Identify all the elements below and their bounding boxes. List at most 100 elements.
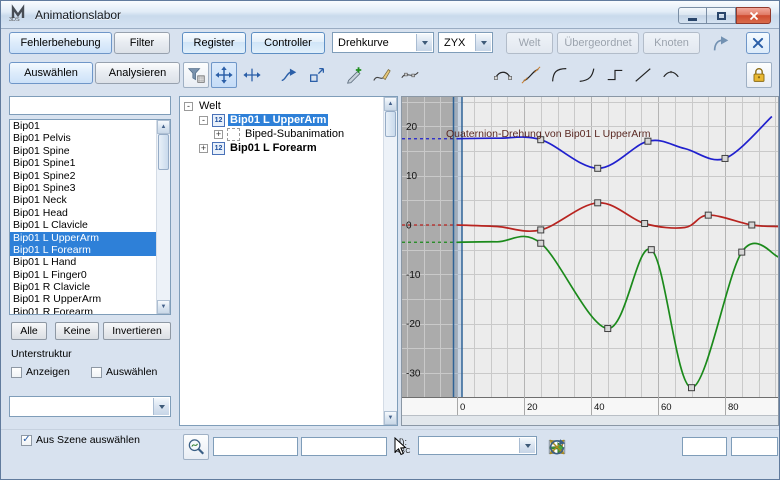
preset-select[interactable]: [9, 396, 171, 417]
svg-text:20: 20: [527, 402, 538, 413]
minimize-button[interactable]: [678, 7, 707, 24]
select-all-button[interactable]: Alle: [11, 322, 47, 340]
chevron-down-icon[interactable]: [519, 438, 535, 453]
tree-label[interactable]: Biped-Subanimation: [243, 128, 346, 140]
key-time-field[interactable]: [682, 437, 727, 456]
expand-icon[interactable]: +: [199, 143, 208, 153]
select-none-button[interactable]: Keine: [55, 322, 99, 340]
reduce-keys-button[interactable]: [397, 62, 423, 88]
list-item[interactable]: Bip01 Spine2: [10, 170, 156, 182]
scroll-up-icon[interactable]: ▲: [157, 120, 170, 134]
list-item[interactable]: Bip01 Spine3: [10, 182, 156, 194]
invert-selection-button[interactable]: Invertieren: [103, 322, 171, 340]
list-item[interactable]: Bip01 Neck: [10, 194, 156, 206]
list-item[interactable]: Bip01 L Clavicle: [10, 219, 156, 231]
curve-canvas[interactable]: 20 10 0 -10 -20 -30 Quaternion-Drehung von Bip…: [402, 97, 778, 425]
move-horizontal-button[interactable]: [239, 62, 265, 88]
draw-curves-button[interactable]: [369, 62, 395, 88]
filter-keys-button[interactable]: [183, 62, 209, 88]
promote-arrow-icon[interactable]: [710, 33, 732, 55]
checkbox-icon[interactable]: [21, 434, 32, 446]
object-filter-input[interactable]: [9, 96, 171, 115]
set-tangents-slow-button[interactable]: [574, 62, 600, 88]
tools-toolbar: Auswählen Analysieren: [1, 60, 779, 92]
svg-text:3DS: 3DS: [9, 17, 20, 23]
list-item[interactable]: Bip01 Head: [10, 207, 156, 219]
checkbox-icon[interactable]: [11, 366, 22, 378]
scrollbar-thumb[interactable]: [385, 111, 396, 137]
tree-label[interactable]: Bip01 L UpperArm: [228, 114, 329, 126]
scroll-up-icon[interactable]: ▲: [384, 97, 397, 111]
add-keys-button[interactable]: [341, 62, 367, 88]
close-x-button[interactable]: [746, 32, 770, 54]
tree-row[interactable]: - Welt: [180, 99, 383, 113]
scroll-down-icon[interactable]: ▼: [157, 300, 170, 314]
set-tangents-fast-button[interactable]: [546, 62, 572, 88]
set-tangents-custom-button[interactable]: [518, 62, 544, 88]
zoom-region-button[interactable]: [183, 434, 209, 460]
slide-keys-button[interactable]: [276, 62, 302, 88]
list-item[interactable]: Bip01 Spine: [10, 145, 156, 157]
from-scene-checkbox[interactable]: Aus Szene auswählen: [21, 434, 140, 446]
object-selection-panel: Bip01 Bip01 Pelvis Bip01 Spine Bip01 Spine1…: [9, 96, 171, 426]
object-list[interactable]: Bip01 Bip01 Pelvis Bip01 Spine Bip01 Spine1…: [9, 119, 171, 315]
list-item[interactable]: Bip01 R UpperArm: [10, 293, 156, 305]
track-value-field[interactable]: [301, 437, 387, 456]
tab-filter[interactable]: Filter: [114, 32, 170, 54]
lock-tangents-button[interactable]: [746, 62, 772, 88]
set-tangents-linear-button[interactable]: [630, 62, 656, 88]
tree-row[interactable]: -12 Bip01 L UpperArm: [180, 113, 383, 127]
chevron-down-icon[interactable]: [475, 34, 491, 51]
tab-analysieren[interactable]: Analysieren: [95, 62, 180, 84]
chevron-down-icon[interactable]: [153, 398, 169, 415]
titlebar[interactable]: 3DS Animationslabor: [1, 1, 779, 29]
tree-label[interactable]: Welt: [197, 100, 223, 112]
controller-icon: 12: [212, 141, 225, 155]
maximize-button[interactable]: [707, 7, 736, 24]
tangent-tools-strip: [490, 62, 684, 88]
curve-editor[interactable]: 20 10 0 -10 -20 -30 Quaternion-Drehung von Bip…: [401, 96, 779, 426]
collapse-icon[interactable]: -: [184, 101, 193, 111]
list-item[interactable]: Bip01: [10, 120, 156, 132]
list-item[interactable]: Bip01 L Forearm: [10, 243, 156, 257]
set-tangents-step-button[interactable]: [602, 62, 628, 88]
list-item[interactable]: Bip01 Spine1: [10, 157, 156, 169]
scale-keys-button[interactable]: [304, 62, 330, 88]
set-tangents-smooth-button[interactable]: [658, 62, 684, 88]
object-list-scrollbar[interactable]: ▲ ▼: [156, 120, 170, 314]
tab-auswaehlen[interactable]: Auswählen: [9, 62, 93, 84]
track-tree[interactable]: - Welt -12 Bip01 L UpperArm + Biped-Subanimat…: [179, 96, 398, 426]
tree-scrollbar[interactable]: ▲ ▼: [383, 97, 397, 425]
window-title: Animationslabor: [35, 7, 122, 22]
scrollbar-thumb[interactable]: [158, 134, 169, 170]
chevron-down-icon[interactable]: [416, 34, 432, 51]
curve-type-select[interactable]: Drehkurve: [332, 32, 434, 53]
key-value-field[interactable]: [731, 437, 778, 456]
scroll-down-icon[interactable]: ▼: [384, 411, 397, 425]
register-button[interactable]: Register: [182, 32, 246, 54]
track-name-field[interactable]: [213, 437, 298, 456]
list-item[interactable]: Bip01 L UpperArm: [10, 231, 156, 244]
svg-text:60: 60: [661, 402, 672, 413]
checkbox-icon[interactable]: [91, 366, 102, 378]
close-button[interactable]: [736, 7, 771, 24]
collapse-icon[interactable]: -: [199, 115, 208, 125]
select-substructure-checkbox[interactable]: Auswählen: [91, 366, 157, 378]
show-substructure-checkbox[interactable]: Anzeigen: [11, 366, 70, 378]
list-item[interactable]: Bip01 L Hand: [10, 256, 156, 268]
expand-icon[interactable]: +: [214, 129, 223, 139]
list-item[interactable]: Bip01 R Forearm: [10, 306, 156, 314]
tab-fehlerbehebung[interactable]: Fehlerbehebung: [9, 32, 112, 54]
move-keys-button[interactable]: [211, 62, 237, 88]
set-tangents-flat-button[interactable]: [490, 62, 516, 88]
controller-button[interactable]: Controller: [251, 32, 325, 54]
tree-row[interactable]: + Biped-Subanimation: [180, 127, 383, 141]
tree-label[interactable]: Bip01 L Forearm: [228, 142, 319, 154]
list-item[interactable]: Bip01 Pelvis: [10, 132, 156, 144]
track-set-select[interactable]: [418, 436, 537, 455]
update-view-button[interactable]: [544, 434, 570, 460]
list-item[interactable]: Bip01 R Clavicle: [10, 281, 156, 293]
tree-row[interactable]: +12 Bip01 L Forearm: [180, 141, 383, 155]
list-item[interactable]: Bip01 L Finger0: [10, 269, 156, 281]
axis-order-select[interactable]: ZYX: [438, 32, 493, 53]
